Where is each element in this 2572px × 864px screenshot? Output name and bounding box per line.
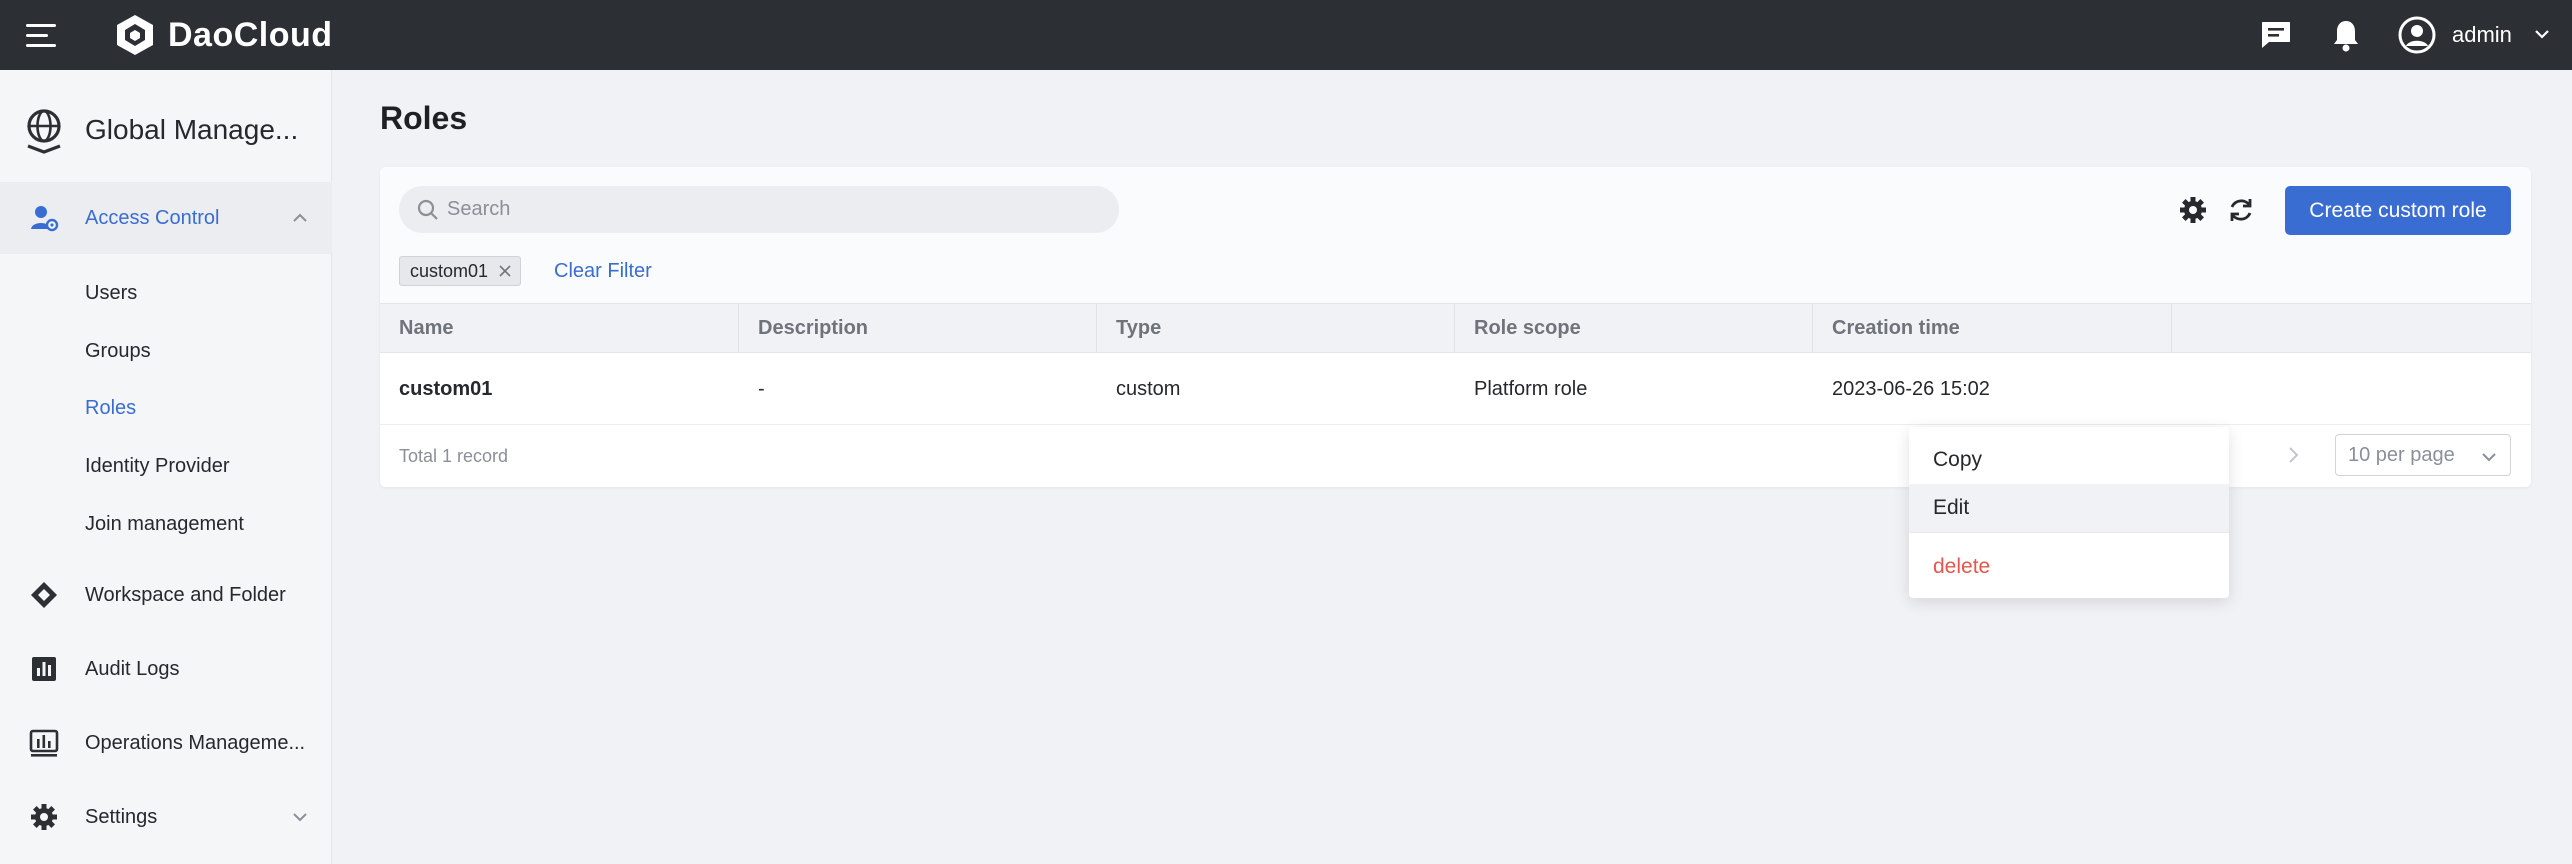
clear-filter-link[interactable]: Clear Filter: [554, 256, 652, 286]
cell-role-scope: Platform role: [1474, 378, 1588, 400]
create-custom-role-button[interactable]: Create custom role: [2285, 186, 2511, 235]
total-records: Total 1 record: [399, 446, 509, 466]
sidebar-group-label: Settings: [85, 805, 158, 828]
menu-toggle-icon[interactable]: [26, 18, 60, 52]
menu-divider: [1909, 532, 2229, 533]
sidebar-group-label: Workspace and Folder: [85, 583, 286, 606]
audit-log-icon: [28, 653, 60, 685]
search-icon: [417, 199, 438, 220]
page-title: Roles: [380, 100, 468, 136]
top-bar: DaoCloud admin: [0, 0, 2572, 70]
filter-chip-label: custom01: [410, 260, 489, 281]
table-row[interactable]: custom01 - custom Platform role 2023-06-…: [380, 353, 2531, 425]
column-header-description[interactable]: Description: [739, 304, 1097, 352]
per-page-value: 10 per page: [2348, 443, 2455, 466]
column-header-name[interactable]: Name: [380, 304, 739, 352]
user-key-icon: [28, 202, 60, 234]
chevron-down-icon: [293, 813, 307, 822]
column-header-creation-time[interactable]: Creation time: [1813, 304, 2172, 352]
brand-name: DaoCloud: [168, 15, 333, 54]
column-header-role-scope[interactable]: Role scope: [1455, 304, 1813, 352]
app-title-label: Global Manage...: [85, 114, 299, 145]
search-input[interactable]: [447, 186, 1087, 233]
column-header-actions: [2172, 304, 2531, 352]
sidebar: Global Manage... Access Control Users Gr…: [0, 70, 332, 864]
sidebar-item-join-management[interactable]: Join management: [85, 513, 244, 536]
next-page-icon[interactable]: [2282, 440, 2306, 470]
cell-type: custom: [1116, 378, 1181, 400]
per-page-select[interactable]: 10 per page: [2335, 434, 2511, 476]
sidebar-group-workspace[interactable]: Workspace and Folder: [0, 559, 332, 631]
column-header-type[interactable]: Type: [1097, 304, 1455, 352]
column-settings-icon[interactable]: [2176, 193, 2210, 227]
operations-chart-icon: [28, 727, 60, 759]
sidebar-item-users[interactable]: Users: [85, 282, 137, 305]
sidebar-group-audit-logs[interactable]: Audit Logs: [0, 633, 332, 705]
sidebar-item-identity-provider[interactable]: Identity Provider: [85, 455, 230, 478]
cell-creation-time: 2023-06-26 15:02: [1832, 378, 1990, 400]
user-menu-chevron-icon[interactable]: [2532, 24, 2552, 44]
table-header: Name Description Type Role scope Creatio…: [380, 303, 2531, 353]
brand-logo[interactable]: DaoCloud: [112, 8, 333, 62]
globe-icon: [27, 109, 61, 154]
sidebar-group-label: Operations Manageme...: [85, 731, 306, 754]
menu-item-copy[interactable]: Copy: [1909, 436, 2229, 484]
menu-item-edit[interactable]: Edit: [1909, 484, 2229, 532]
workspace-icon: [28, 579, 60, 611]
gear-icon: [28, 801, 60, 833]
filter-chip: custom01: [399, 256, 522, 286]
chevron-down-icon: [2482, 453, 2496, 462]
menu-item-delete[interactable]: delete: [1909, 543, 2229, 591]
sidebar-group-operations[interactable]: Operations Manageme...: [0, 707, 332, 779]
message-icon[interactable]: [2256, 15, 2296, 55]
close-icon[interactable]: [498, 264, 512, 278]
bell-icon[interactable]: [2326, 15, 2366, 55]
sidebar-group-label: Audit Logs: [85, 657, 180, 680]
sidebar-group-settings[interactable]: Settings: [0, 781, 332, 853]
sidebar-item-roles[interactable]: Roles: [85, 397, 136, 420]
user-name[interactable]: admin: [2452, 18, 2512, 52]
search-box[interactable]: [399, 186, 1119, 233]
sidebar-group-label: Access Control: [85, 206, 220, 229]
refresh-icon[interactable]: [2224, 193, 2258, 227]
app-title: Global Manage...: [0, 100, 332, 160]
daocloud-logo-icon: [117, 15, 153, 55]
chevron-up-icon: [293, 213, 307, 222]
sidebar-item-groups[interactable]: Groups: [85, 340, 151, 363]
cell-description: -: [758, 378, 765, 400]
row-actions-menu: Copy Edit delete: [1909, 427, 2229, 598]
avatar[interactable]: [2397, 15, 2437, 55]
sidebar-group-access-control[interactable]: Access Control: [0, 182, 332, 254]
cell-name[interactable]: custom01: [380, 353, 492, 425]
